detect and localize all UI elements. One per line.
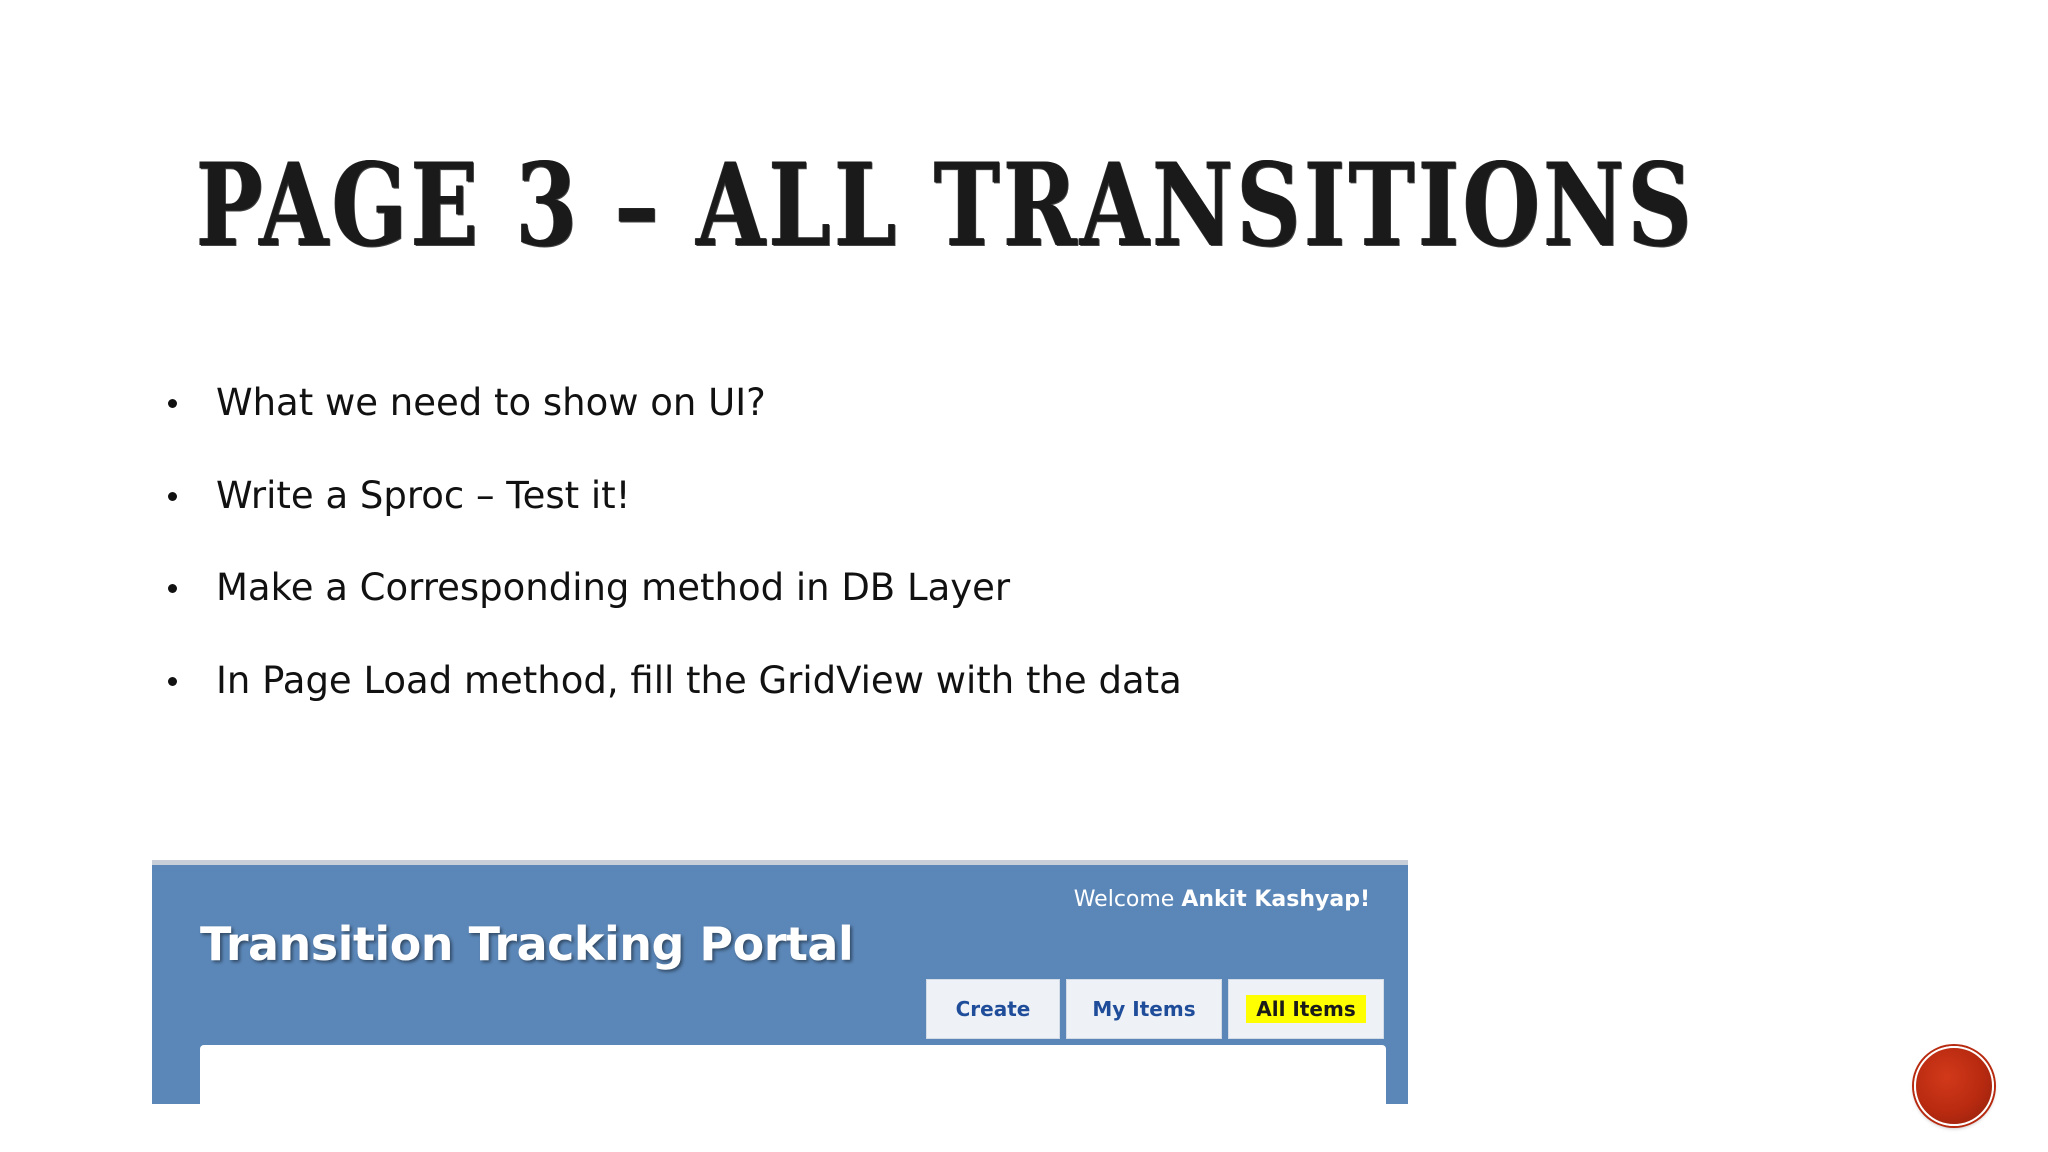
tab-create-label: Create bbox=[955, 997, 1031, 1021]
bullet-text: In Page Load method, fill the GridView w… bbox=[216, 658, 1182, 702]
bullet-item: Write a Sproc – Test it! bbox=[160, 461, 1182, 554]
welcome-message: Welcome Ankit Kashyap! bbox=[1074, 887, 1370, 912]
portal-title: Transition Tracking Portal bbox=[200, 917, 854, 971]
tab-all-items-label: All Items bbox=[1246, 995, 1366, 1023]
tab-all-items[interactable]: All Items bbox=[1228, 979, 1384, 1039]
portal-tab-bar: Create My Items All Items bbox=[926, 979, 1384, 1039]
bullet-dot-icon bbox=[168, 399, 177, 408]
tab-my-items-label: My Items bbox=[1092, 997, 1196, 1021]
portal-content-area bbox=[200, 1045, 1386, 1104]
bullet-text: Make a Corresponding method in DB Layer bbox=[216, 566, 1011, 609]
slide-title: PAGE 3 – ALL TRANSITIONS bbox=[196, 138, 1696, 272]
portal-screenshot: Transition Tracking Portal Welcome Ankit… bbox=[152, 860, 1408, 1104]
bullet-dot-icon bbox=[168, 584, 177, 593]
bullet-item: What we need to show on UI? bbox=[160, 368, 1182, 461]
bullet-item: In Page Load method, fill the GridView w… bbox=[160, 646, 1182, 739]
slide: PAGE 3 – ALL TRANSITIONS What we need to… bbox=[0, 0, 2048, 1152]
bullet-text: What we need to show on UI? bbox=[216, 381, 766, 424]
welcome-prefix: Welcome bbox=[1073, 887, 1182, 912]
bullet-dot-icon bbox=[168, 676, 177, 686]
tab-my-items[interactable]: My Items bbox=[1066, 979, 1222, 1039]
bullet-item: Make a Corresponding method in DB Layer bbox=[160, 553, 1182, 646]
red-circle-icon bbox=[1914, 1046, 1994, 1126]
welcome-user-name: Ankit Kashyap! bbox=[1181, 887, 1370, 912]
bullet-text: Write a Sproc – Test it! bbox=[216, 473, 631, 517]
bullet-list: What we need to show on UI? Write a Spro… bbox=[160, 368, 1182, 738]
tab-create[interactable]: Create bbox=[926, 979, 1060, 1039]
bullet-dot-icon bbox=[168, 491, 177, 501]
